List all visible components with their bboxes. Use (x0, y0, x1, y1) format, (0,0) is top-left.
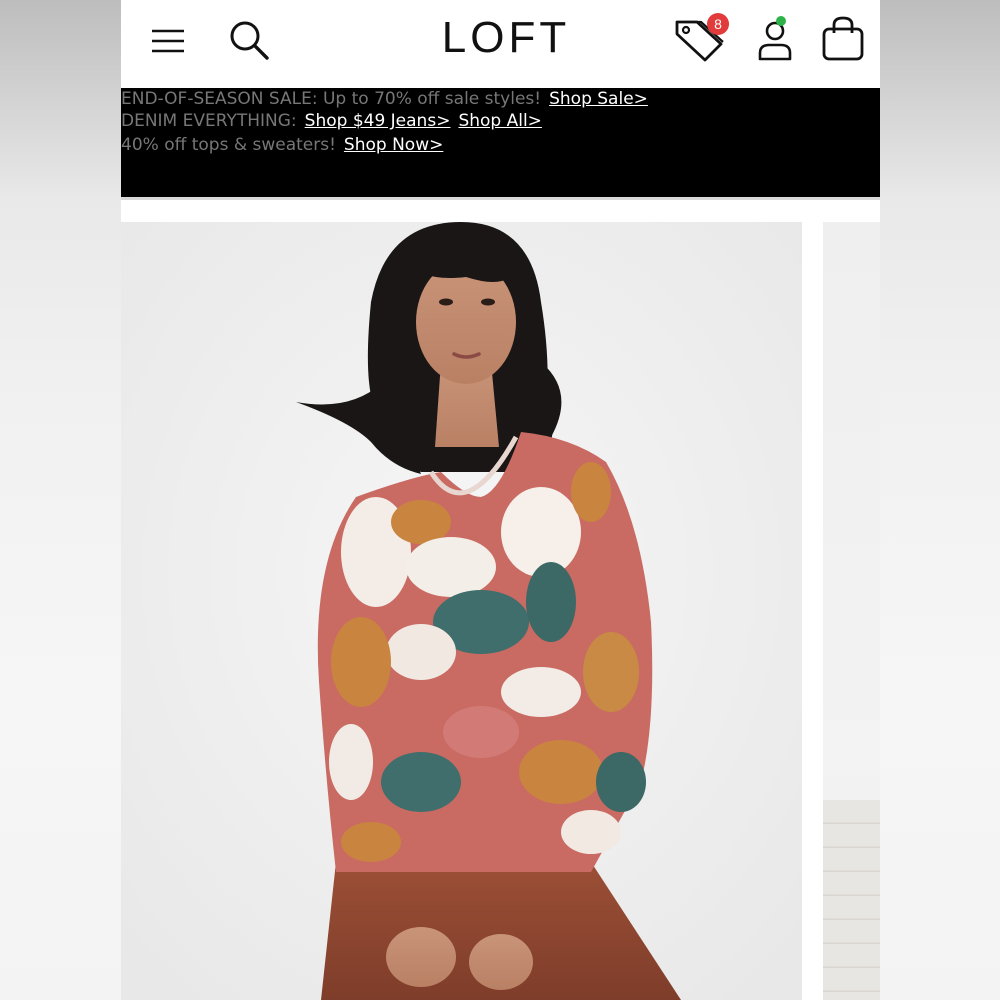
menu-button[interactable] (147, 20, 189, 62)
next-product-floor (823, 800, 880, 1000)
product-image[interactable] (121, 222, 802, 1000)
promo-sale-text: END-OF-SEASON SALE: Up to 70% off sale s… (121, 89, 542, 109)
offers-count-badge: 8 (707, 13, 729, 35)
promo-line-tops: 40% off tops & sweaters! Shop Now> (121, 134, 443, 158)
model-photo (121, 222, 802, 1000)
shopping-bag-button[interactable] (819, 14, 867, 64)
site-header: LOFT 8 (121, 0, 880, 88)
promo-tops-text: 40% off tops & sweaters! (121, 135, 336, 155)
menu-icon (152, 29, 184, 53)
shop-now-link[interactable]: Shop Now> (344, 135, 443, 155)
online-status-dot (776, 16, 786, 26)
account-button[interactable] (753, 14, 797, 64)
promo-line-denim: DENIM EVERYTHING: Shop $49 Jeans> Shop All… (121, 110, 542, 134)
search-button[interactable] (225, 16, 273, 64)
banner-divider (121, 197, 880, 200)
shop-sale-link[interactable]: Shop Sale> (549, 89, 648, 109)
shop-all-link[interactable]: Shop All> (458, 111, 541, 131)
promo-denim-text: DENIM EVERYTHING: (121, 111, 297, 131)
search-icon (230, 21, 269, 60)
next-product-image[interactable] (823, 222, 880, 1000)
phone-screen: LOFT 8 END-OF-SEASON SALE: Up to 70% off… (121, 0, 880, 1000)
shop-49-jeans-link[interactable]: Shop $49 Jeans> (305, 111, 451, 131)
shopping-bag-icon (822, 16, 864, 61)
promo-line-sale: END-OF-SEASON SALE: Up to 70% off sale s… (121, 88, 648, 112)
loft-logo[interactable]: LOFT (421, 10, 591, 66)
promo-banner: END-OF-SEASON SALE: Up to 70% off sale s… (121, 88, 880, 197)
account-icon (758, 21, 792, 61)
